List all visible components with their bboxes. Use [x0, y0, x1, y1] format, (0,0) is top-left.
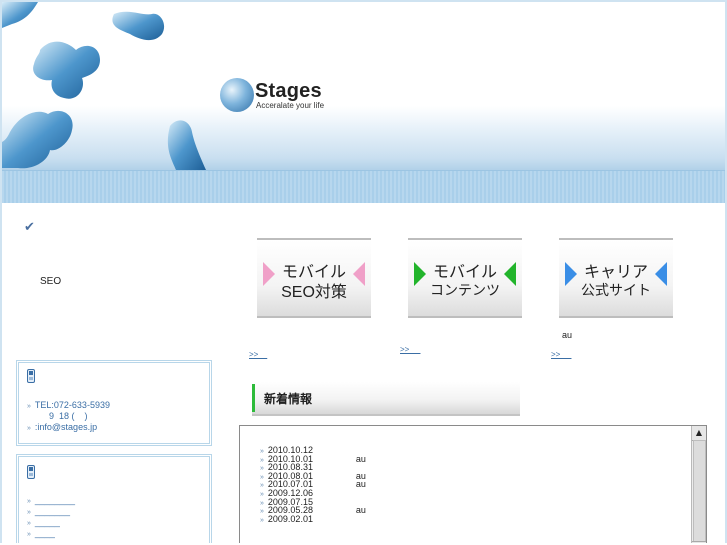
- news-list: » 2010.10.12 » 2010.10.01 au » 2010.08.31 » 2…: [260, 446, 366, 524]
- au-label: au: [562, 330, 573, 340]
- service-line1: モバイル: [432, 264, 497, 281]
- scroll-up-arrow-icon[interactable]: ▲: [692, 426, 706, 441]
- news-scroll-box[interactable]: » 2010.10.12 » 2010.10.01 au » 2010.08.31 » 2…: [239, 425, 707, 543]
- more-link-1[interactable]: >>: [249, 350, 267, 359]
- scrollbar-thumb[interactable]: [693, 440, 706, 542]
- site-header: Stages Acceralate your life: [2, 2, 725, 203]
- service-line2: SEO対策: [281, 284, 347, 301]
- links-box: » ________ » _______ » _____ » ____: [16, 454, 212, 543]
- news-text: au: [355, 479, 366, 490]
- side-link-3-text: _____: [34, 517, 60, 527]
- bullet-icon: »: [27, 509, 31, 516]
- scroll-down-arrow-icon[interactable]: ▲: [692, 541, 706, 543]
- bullet-icon: »: [27, 520, 31, 527]
- service-mobile-contents-button[interactable]: モバイル コンテンツ: [408, 238, 522, 318]
- news-date: 2009.02.01: [267, 513, 313, 524]
- side-link-1-text: ________: [34, 495, 75, 505]
- contact-tel-text: TEL:072-633-5939: [34, 400, 110, 410]
- more-link-2[interactable]: >>: [400, 345, 420, 354]
- news-text: au: [355, 453, 366, 464]
- logo-name[interactable]: Stages: [255, 80, 322, 103]
- service-line2: 公式サイト: [581, 282, 651, 298]
- bullet-icon: »: [260, 516, 264, 524]
- seo-text: SEO: [40, 276, 62, 287]
- page-frame: Stages Acceralate your life ✔ SEO » TEL:0…: [0, 0, 727, 543]
- logo-tagline: Acceralate your life: [256, 101, 325, 110]
- mobile-phone-icon: [27, 369, 35, 387]
- puzzle-decoration: [2, 2, 206, 170]
- service-carrier-official-button[interactable]: キャリア 公式サイト: [559, 238, 673, 318]
- bullet-icon: »: [27, 531, 31, 538]
- contact-box: » TEL:072-633-5939 9 18 ( ) »:info@stages…: [16, 360, 212, 446]
- service-line1: キャリア: [583, 264, 648, 281]
- news-item[interactable]: » 2009.02.01: [260, 513, 366, 524]
- mobile-phone-icon: [27, 465, 35, 483]
- contact-hours: 9 18 ( ): [49, 411, 88, 421]
- news-scrollbar[interactable]: ▲ ▲: [691, 426, 706, 543]
- bullet-icon: »: [27, 403, 31, 410]
- contact-email-text: :info@stages.jp: [34, 422, 98, 432]
- news-title: 新着情報: [264, 392, 313, 406]
- bullet-icon: »: [260, 448, 264, 455]
- contact-email[interactable]: »:info@stages.jp: [27, 422, 97, 434]
- bullet-icon: »: [260, 490, 264, 498]
- side-link-4[interactable]: » ____: [27, 528, 55, 540]
- news-header: 新着情報: [252, 382, 520, 416]
- side-link-4-text: ____: [34, 528, 55, 538]
- bullet-icon: »: [27, 425, 31, 432]
- more-link-3[interactable]: >>: [551, 350, 571, 359]
- globe-logo-icon: [220, 78, 254, 112]
- bullet-icon: »: [27, 498, 31, 505]
- service-mobile-seo-button[interactable]: モバイル SEO対策: [257, 238, 371, 318]
- news-accent-bar: [252, 384, 255, 412]
- service-line2: コンテンツ: [430, 282, 500, 298]
- news-text: au: [355, 505, 366, 516]
- side-link-2-text: _______: [34, 506, 70, 516]
- check-icon: ✔: [24, 220, 35, 235]
- header-stripe: [2, 170, 725, 203]
